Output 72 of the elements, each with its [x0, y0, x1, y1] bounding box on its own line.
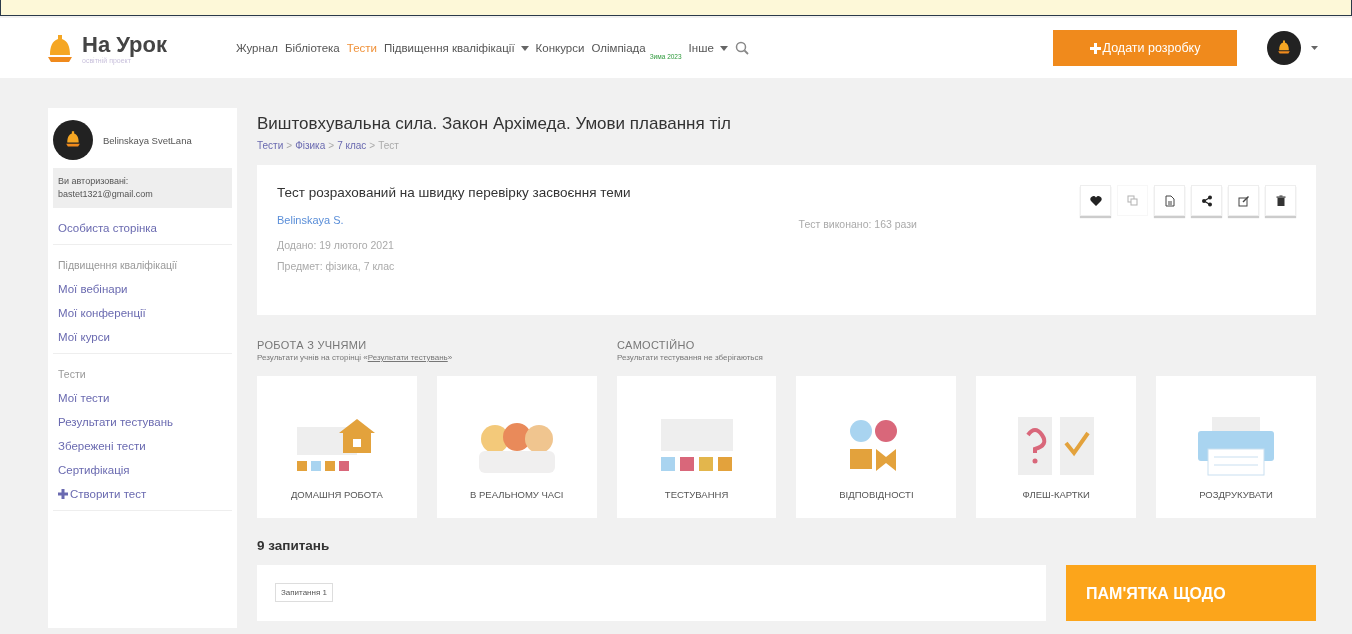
- breadcrumb-link[interactable]: 7 клас: [337, 140, 367, 151]
- section-heading: Підвищення кваліфікації: [58, 258, 179, 273]
- breadcrumb-link[interactable]: Тести: [257, 140, 284, 151]
- tile-label: В РЕАЛЬНОМУ ЧАСІ: [470, 489, 564, 500]
- avatar-icon: [1267, 31, 1301, 65]
- mode-tile[interactable]: В РЕАЛЬНОМУ ЧАСІ: [436, 376, 597, 518]
- results-link[interactable]: Результати тестувань: [367, 353, 448, 362]
- nav-link[interactable]: Олімпіада: [591, 42, 646, 54]
- nav-link[interactable]: Конкурси: [535, 42, 585, 54]
- heart-icon: [1089, 194, 1102, 207]
- nav-link[interactable]: Бібліотека: [284, 42, 340, 54]
- sidebar-link[interactable]: Мої тести: [58, 384, 227, 408]
- share-icon: [1200, 194, 1213, 207]
- page-title: Виштовхувальна сила. Закон Архімеда. Умови плавання тіл: [257, 114, 732, 134]
- author-link[interactable]: Belinskaya S.: [277, 214, 344, 230]
- user-email: bastet1321@gmail.com: [58, 188, 154, 201]
- tile-label: РОЗДРУКУВАТИ: [1199, 489, 1273, 500]
- action-button[interactable]: [1265, 185, 1296, 216]
- edit-icon: [1237, 194, 1250, 207]
- create-test-link[interactable]: Створити тест: [58, 480, 227, 504]
- search-icon: [734, 41, 749, 55]
- nav-link[interactable]: Журнал: [236, 42, 278, 54]
- avatar-icon: [53, 120, 93, 160]
- tile-label: ВІДПОВІДНОСТІ: [839, 489, 914, 500]
- tile-label: ДОМАШНЯ РОБОТА: [290, 489, 383, 500]
- mode-description: Результати тестування не зберігаються: [617, 353, 764, 362]
- document-icon: [1163, 194, 1176, 207]
- nav-link[interactable]: Інше: [688, 42, 728, 54]
- sidebar-link[interactable]: Особиста сторінка: [58, 214, 227, 238]
- question-count: 9 запитань: [257, 538, 331, 553]
- breadcrumb-separator: >: [286, 140, 293, 151]
- memo-banner: ПАМ'ЯТКА ЩОДО: [1066, 565, 1316, 621]
- mode-tile[interactable]: ДОМАШНЯ РОБОТА: [257, 376, 417, 518]
- question-label: Запитання 1: [275, 583, 333, 602]
- action-button[interactable]: [1080, 185, 1111, 216]
- sidebar-link[interactable]: Мої курси: [58, 323, 227, 347]
- breadcrumb-separator: >: [369, 140, 376, 151]
- caret-icon: [1311, 46, 1318, 50]
- caret-icon: [520, 45, 529, 51]
- tile-label: ФЛЕШ-КАРТКИ: [1022, 489, 1090, 500]
- user-name: Belinskaya SvetLana: [103, 134, 192, 146]
- plus-icon: [58, 489, 68, 499]
- subject-text: Предмет: фізика, 7 клас: [277, 260, 396, 272]
- sidebar-link[interactable]: Мої вебінари: [58, 275, 227, 299]
- sidebar-link[interactable]: Сертифікація: [58, 456, 227, 480]
- date-added: Додано: 19 лютого 2021: [277, 239, 395, 251]
- breadcrumb-current: Тест: [378, 140, 399, 151]
- test-description: Тест розрахований на швидку перевірку засвоєння теми: [277, 185, 632, 200]
- run-count: Тест виконано: 163 рази: [798, 218, 917, 230]
- mode-tile[interactable]: ТЕСТУВАННЯ: [616, 376, 777, 518]
- mode-tile[interactable]: РОЗДРУКУВАТИ: [1156, 376, 1316, 518]
- nav-link[interactable]: Підвищення кваліфікації: [384, 42, 529, 54]
- auth-label: Ви авторизовані:: [58, 175, 130, 188]
- plus-icon: [1089, 42, 1101, 54]
- copy-icon: [1126, 194, 1139, 207]
- action-button[interactable]: [1191, 185, 1222, 216]
- section-heading: Тести: [58, 367, 87, 382]
- mode-description: Результати учнів на сторінці «Результати тестувань»: [257, 353, 454, 362]
- mode-tile[interactable]: ФЛЕШ-КАРТКИ: [976, 376, 1137, 518]
- breadcrumb-separator: >: [328, 140, 335, 151]
- breadcrumb-link[interactable]: Фізика: [295, 140, 326, 151]
- mode-heading: САМОСТІЙНО: [617, 339, 696, 351]
- mode-tile[interactable]: ВІДПОВІДНОСТІ: [796, 376, 957, 518]
- sidebar-link[interactable]: Мої конференції: [58, 299, 227, 323]
- mode-heading: РОБОТА З УЧНЯМИ: [257, 339, 368, 351]
- logo-title: На Урок: [82, 32, 167, 57]
- bell-logo-icon: [46, 33, 74, 63]
- tile-label: ТЕСТУВАННЯ: [664, 489, 729, 500]
- sidebar-link[interactable]: Збережені тести: [58, 432, 227, 456]
- trash-icon: [1274, 194, 1287, 207]
- caret-icon: [719, 45, 728, 51]
- sidebar-link[interactable]: Результати тестувань: [58, 408, 227, 432]
